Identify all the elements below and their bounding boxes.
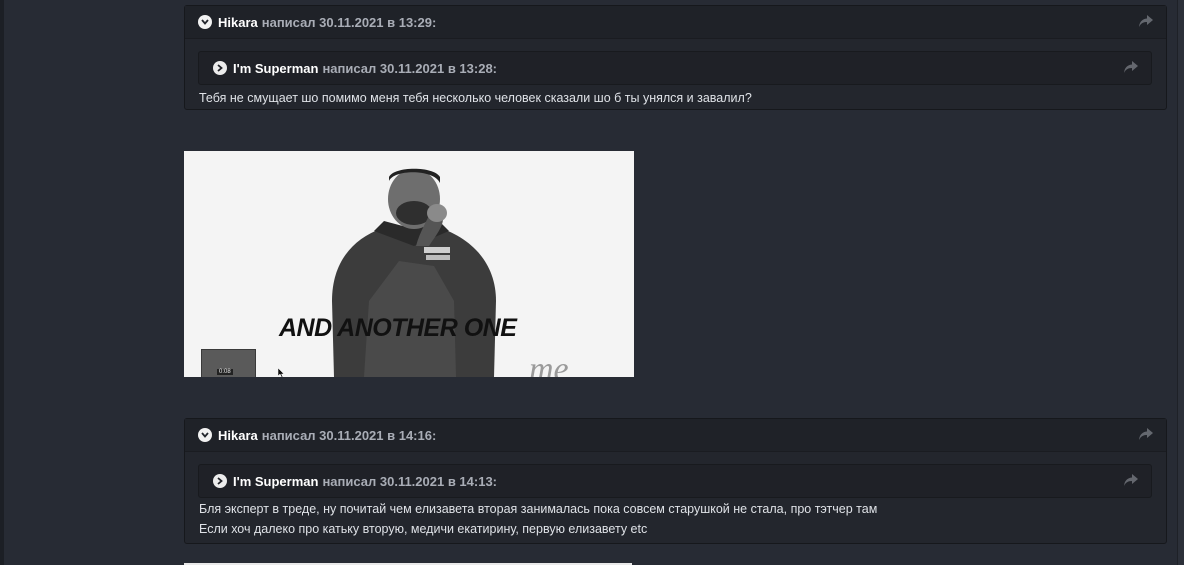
- share-arrow-icon[interactable]: [1138, 427, 1154, 441]
- share-arrow-icon[interactable]: [1123, 60, 1139, 74]
- nested-quote-meta: написал 30.11.2021 в 13:28:: [322, 60, 498, 76]
- gif-frame-image: [184, 151, 634, 377]
- quote-line: Тебя не смущает шо помимо меня тебя неск…: [199, 91, 752, 105]
- chevron-down-icon[interactable]: [198, 15, 212, 29]
- nested-quote-meta: написал 30.11.2021 в 14:13:: [322, 473, 498, 489]
- gif-caption: AND ANOTHER ONE: [279, 314, 517, 342]
- embedded-gif[interactable]: AND ANOTHER ONE me 0:08: [184, 151, 634, 377]
- quote-author[interactable]: Hikara: [218, 428, 258, 443]
- quote-line: Бля эксперт в треде, ну почитай чем елиз…: [199, 502, 878, 516]
- chevron-down-icon[interactable]: [198, 428, 212, 442]
- quote-body: Тебя не смущает шо помимо меня тебя неск…: [185, 88, 1166, 108]
- quote-body: Бля эксперт в треде, ну почитай чем елиз…: [185, 499, 1166, 539]
- quote-block: Hikara написал 30.11.2021 в 14:16: I'm S…: [184, 418, 1167, 544]
- gif-watermark: me: [529, 351, 569, 377]
- left-page-edge: [0, 0, 4, 565]
- chevron-right-icon[interactable]: [213, 474, 227, 488]
- share-arrow-icon[interactable]: [1123, 473, 1139, 487]
- nested-quote-author[interactable]: I'm Superman: [233, 474, 318, 489]
- quote-header: Hikara написал 30.11.2021 в 13:29:: [185, 6, 1166, 39]
- share-arrow-icon[interactable]: [1138, 14, 1154, 28]
- quote-meta: написал 30.11.2021 в 14:16:: [261, 427, 437, 443]
- nested-quote-author[interactable]: I'm Superman: [233, 61, 318, 76]
- quote-meta: написал 30.11.2021 в 13:29:: [261, 14, 437, 30]
- video-timestamp: 0:08: [217, 369, 233, 375]
- mouse-cursor-icon: [278, 368, 285, 377]
- quote-header: Hikara написал 30.11.2021 в 14:16:: [185, 419, 1166, 452]
- scrollbar-track[interactable]: [1177, 0, 1184, 565]
- nested-quote-header: I'm Superman написал 30.11.2021 в 14:13:: [198, 464, 1152, 498]
- quote-block: Hikara написал 30.11.2021 в 13:29: I'm S…: [184, 5, 1167, 110]
- nested-quote-header: I'm Superman написал 30.11.2021 в 13:28:: [198, 51, 1152, 85]
- quote-author[interactable]: Hikara: [218, 15, 258, 30]
- chevron-right-icon[interactable]: [213, 61, 227, 75]
- quote-line: Если хоч далеко про катьку вторую, медич…: [199, 522, 648, 536]
